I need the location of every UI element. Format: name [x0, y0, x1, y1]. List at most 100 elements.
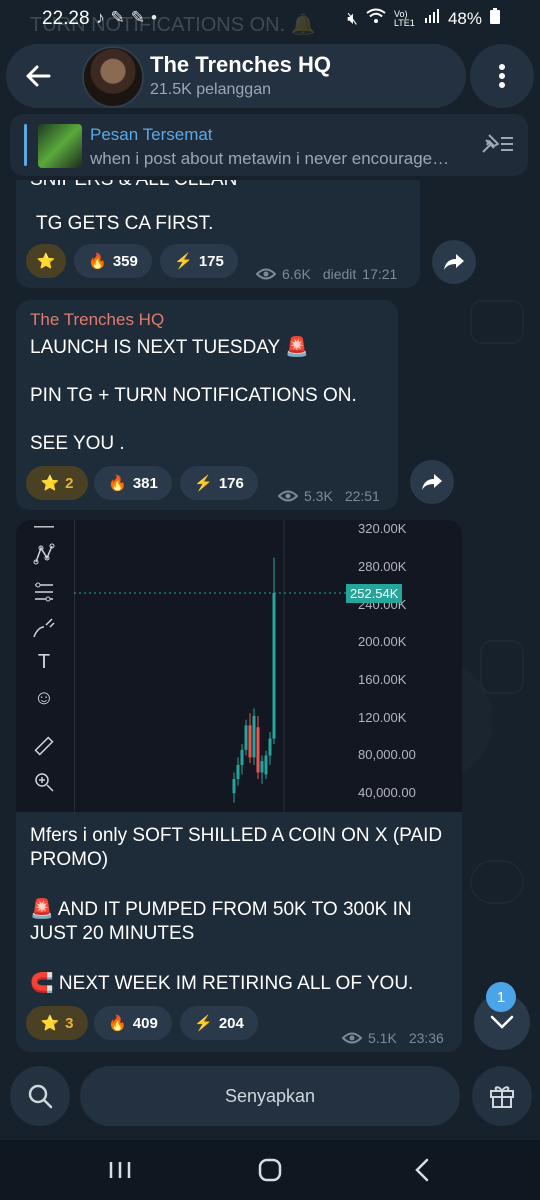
- candle-body: [264, 755, 268, 775]
- share-button[interactable]: [432, 240, 476, 284]
- search-button[interactable]: [10, 1066, 70, 1126]
- reaction-lightning[interactable]: ⚡ 204: [180, 1006, 258, 1040]
- unread-count-badge: 1: [486, 982, 516, 1012]
- reaction-count: 3: [65, 1014, 74, 1032]
- edited-label: diedit: [322, 266, 357, 282]
- y-tick-label: 120.00K: [358, 709, 407, 725]
- emoji-tool-icon: ☺: [33, 686, 55, 709]
- message-author: The Trenches HQ: [30, 310, 165, 329]
- reaction-count: 176: [218, 474, 244, 492]
- message-meta: 6.6K diedit 17:21: [256, 266, 397, 282]
- bg-doodle: [470, 860, 524, 904]
- message-time: 17:21: [362, 266, 398, 282]
- pinned-message-bar[interactable]: Pesan Tersemat when i post about metawin…: [10, 114, 528, 176]
- current-price-tag: 252.54K: [346, 583, 403, 603]
- home-button[interactable]: [250, 1154, 290, 1186]
- message-line: SEE YOU .: [30, 433, 125, 454]
- message-text: 🧲 NEXT WEEK IM RETIRING ALL OF YOU.: [30, 973, 414, 994]
- message-bubble[interactable]: SNIPERS & ALL CLEAN TG GETS CA FIRST. ⭐ …: [16, 180, 420, 288]
- star-icon: ⭐: [40, 1015, 60, 1032]
- view-count: 5.3K: [304, 488, 333, 504]
- candle-body: [272, 592, 276, 739]
- view-count: 5.1K: [368, 1030, 397, 1046]
- reaction-lightning[interactable]: ⚡ 176: [180, 466, 258, 500]
- channel-avatar[interactable]: [82, 46, 144, 108]
- recent-apps-icon: [109, 1162, 131, 1178]
- gift-icon: [490, 1086, 514, 1108]
- candle-body: [236, 764, 240, 780]
- pin-list-icon: [482, 134, 513, 153]
- chat-header[interactable]: The Trenches HQ 21.5K pelanggan: [6, 44, 466, 108]
- reaction-fire[interactable]: 🔥 359: [74, 244, 152, 278]
- reaction-fire[interactable]: 🔥 381: [94, 466, 172, 500]
- lightning-icon: ⚡: [194, 1015, 213, 1032]
- reaction-fire[interactable]: 🔥 409: [94, 1006, 172, 1040]
- y-tick-label: 200.00K: [358, 634, 407, 650]
- message-bubble[interactable]: The Trenches HQ LAUNCH IS NEXT TUESDAY 🚨…: [16, 300, 398, 510]
- y-tick-label: 160.00K: [358, 672, 407, 688]
- lightning-icon: ⚡: [174, 253, 193, 270]
- network-label: Vo) LTE1: [393, 8, 415, 28]
- candle-body: [244, 725, 248, 750]
- bg-doodle: [470, 300, 524, 344]
- telegram-channel-screen: TURN NOTIFICATIONS ON. 🔔 22.28 ♪✎✎• 🔇︎ V…: [0, 0, 540, 1200]
- dot-icon: •: [151, 8, 163, 27]
- pinned-list-button[interactable]: [480, 132, 514, 161]
- candle-body: [252, 715, 256, 758]
- share-arrow-icon: [444, 254, 464, 270]
- share-button[interactable]: [410, 460, 454, 504]
- subscriber-count: 21.5K pelanggan: [150, 81, 271, 98]
- text-tool-icon: T: [37, 650, 51, 673]
- message-bubble[interactable]: — T ☺ 320.00K 280.00K 240.00K 200.00K 16…: [16, 520, 462, 1052]
- candle-body: [256, 727, 260, 773]
- channel-title: The Trenches HQ: [150, 52, 331, 77]
- recent-apps-button[interactable]: [100, 1154, 140, 1186]
- candle-body: [260, 761, 264, 773]
- back-button[interactable]: [16, 54, 60, 98]
- status-right: 🔇︎ Vo) LTE1 48%: [347, 8, 500, 29]
- status-time: 22.28: [42, 8, 90, 29]
- candle-body: [268, 738, 272, 756]
- fire-icon: 🔥: [108, 1015, 127, 1032]
- reaction-star[interactable]: ⭐: [26, 244, 66, 278]
- wifi-icon: [366, 8, 386, 29]
- star-icon: ⭐: [40, 475, 60, 492]
- pinned-indicator: [24, 124, 27, 166]
- signal-icon: [424, 8, 440, 29]
- candlestick-plot: [74, 520, 354, 812]
- mute-button[interactable]: Senyapkan: [80, 1066, 460, 1126]
- y-tick-label: 40,000.00: [358, 785, 416, 801]
- pattern-tool-icon: [30, 540, 58, 568]
- reaction-count: 359: [112, 252, 138, 270]
- notification-icons: ♪✎✎•: [96, 8, 163, 28]
- reaction-count: 175: [198, 252, 224, 270]
- y-tick-label: 80,000.00: [358, 747, 416, 763]
- candle-body: [240, 749, 244, 765]
- lightning-icon: ⚡: [194, 475, 213, 492]
- candle-body: [232, 779, 236, 794]
- more-options-button[interactable]: [470, 44, 534, 108]
- status-bar: 22.28 ♪✎✎• 🔇︎ Vo) LTE1 48%: [0, 0, 540, 40]
- pinned-thumbnail: [38, 124, 82, 168]
- system-navigation-bar: [0, 1140, 540, 1200]
- reaction-lightning[interactable]: ⚡ 175: [160, 244, 238, 278]
- message-text: TG GETS CA FIRST.: [36, 213, 214, 234]
- brush-tool-icon: [30, 614, 58, 642]
- reaction-star[interactable]: ⭐ 2: [26, 466, 88, 500]
- pinned-title: Pesan Tersemat: [90, 125, 213, 144]
- line-tool-icon: —: [34, 520, 54, 537]
- fib-tool-icon: [30, 578, 58, 606]
- message-text: Mfers i only SOFT SHILLED A COIN ON X (P…: [30, 825, 443, 870]
- gift-button[interactable]: [472, 1066, 532, 1126]
- bottom-action-bar: Senyapkan: [0, 1060, 540, 1136]
- view-count: 6.6K: [282, 266, 311, 282]
- chevron-down-icon: [490, 1015, 514, 1029]
- reaction-star[interactable]: ⭐ 3: [26, 1006, 88, 1040]
- price-chart-image[interactable]: — T ☺ 320.00K 280.00K 240.00K 200.00K 16…: [16, 520, 462, 812]
- system-back-button[interactable]: [402, 1154, 442, 1186]
- eye-icon: [342, 1032, 362, 1044]
- battery-percent: 48%: [447, 8, 482, 28]
- share-arrow-icon: [422, 474, 442, 490]
- message-text: 🚨 AND IT PUMPED FROM 50K TO 300K IN JUST…: [30, 899, 412, 944]
- reaction-count: 409: [132, 1014, 158, 1032]
